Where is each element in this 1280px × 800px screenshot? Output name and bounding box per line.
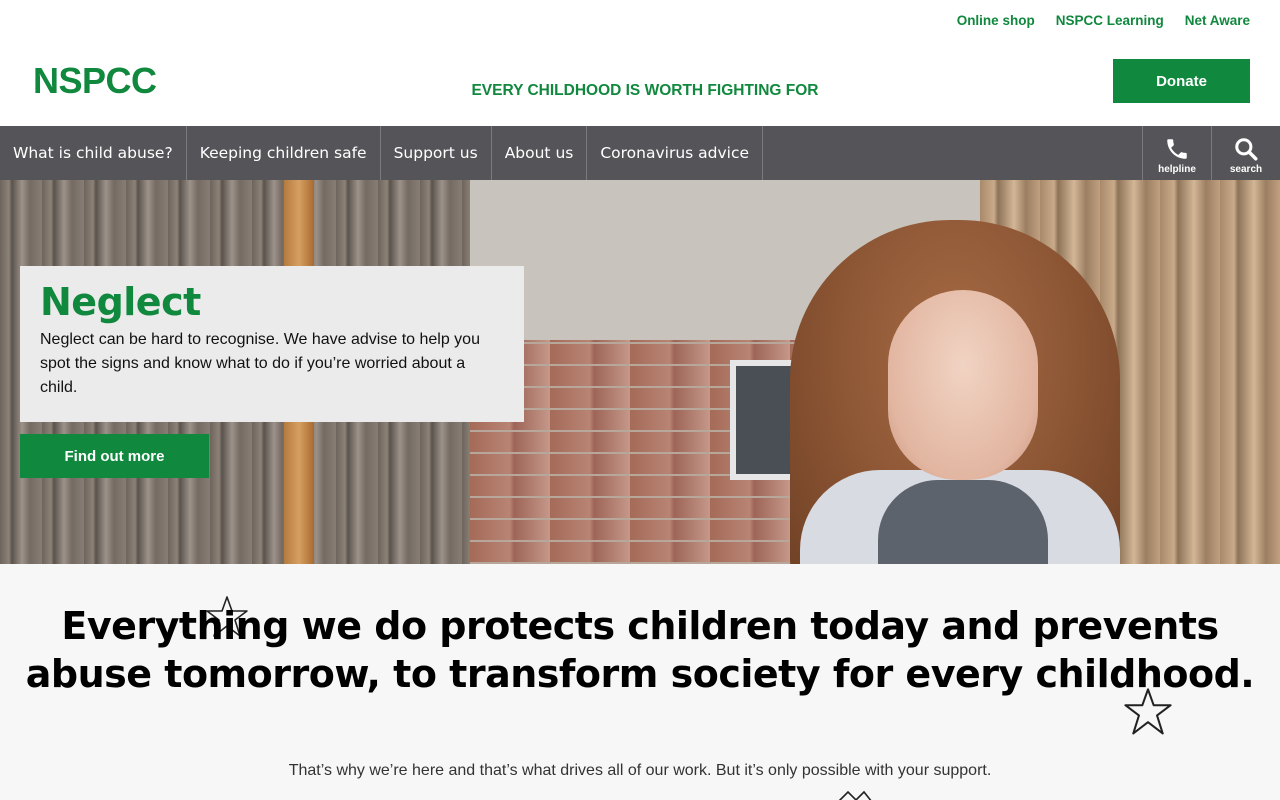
- star-doodle-icon: [1124, 688, 1172, 735]
- search-label: search: [1229, 163, 1263, 175]
- nspcc-learning-link[interactable]: NSPCC Learning: [1056, 13, 1164, 28]
- phone-icon: [1164, 136, 1190, 162]
- hero-image-girl-face: [888, 290, 1038, 480]
- hero-image-girl-shirt: [878, 480, 1048, 564]
- utility-nav: Online shop NSPCC Learning Net Aware: [957, 13, 1250, 28]
- main-nav: What is child abuse? Keeping children sa…: [0, 126, 1280, 180]
- donate-button[interactable]: Donate: [1113, 59, 1250, 103]
- net-aware-link[interactable]: Net Aware: [1185, 13, 1250, 28]
- star-doodle-icon: [838, 790, 872, 800]
- nav-item-about-us[interactable]: About us: [492, 126, 588, 180]
- tagline: EVERY CHILDHOOD IS WORTH FIGHTING FOR: [471, 82, 819, 99]
- find-out-more-button[interactable]: Find out more: [20, 434, 209, 478]
- nav-item-what-is-child-abuse[interactable]: What is child abuse?: [0, 126, 187, 180]
- nav-item-support-us[interactable]: Support us: [381, 126, 492, 180]
- helpline-label: helpline: [1158, 163, 1196, 175]
- mission-section: Everything we do protects children today…: [0, 564, 1280, 800]
- hero-card: Neglect Neglect can be hard to recognise…: [20, 266, 524, 422]
- hero-body: Neglect can be hard to recognise. We hav…: [40, 331, 480, 396]
- hero-title: Neglect: [40, 280, 201, 324]
- helpline-button[interactable]: helpline: [1142, 126, 1211, 180]
- mission-heading: Everything we do protects children today…: [25, 604, 1255, 696]
- nav-item-coronavirus-advice[interactable]: Coronavirus advice: [587, 126, 764, 180]
- mission-subtext: That’s why we’re here and that’s what dr…: [288, 762, 992, 779]
- nav-item-keeping-children-safe[interactable]: Keeping children safe: [187, 126, 381, 180]
- online-shop-link[interactable]: Online shop: [957, 13, 1035, 28]
- search-icon: [1233, 136, 1259, 162]
- search-button[interactable]: search: [1211, 126, 1280, 180]
